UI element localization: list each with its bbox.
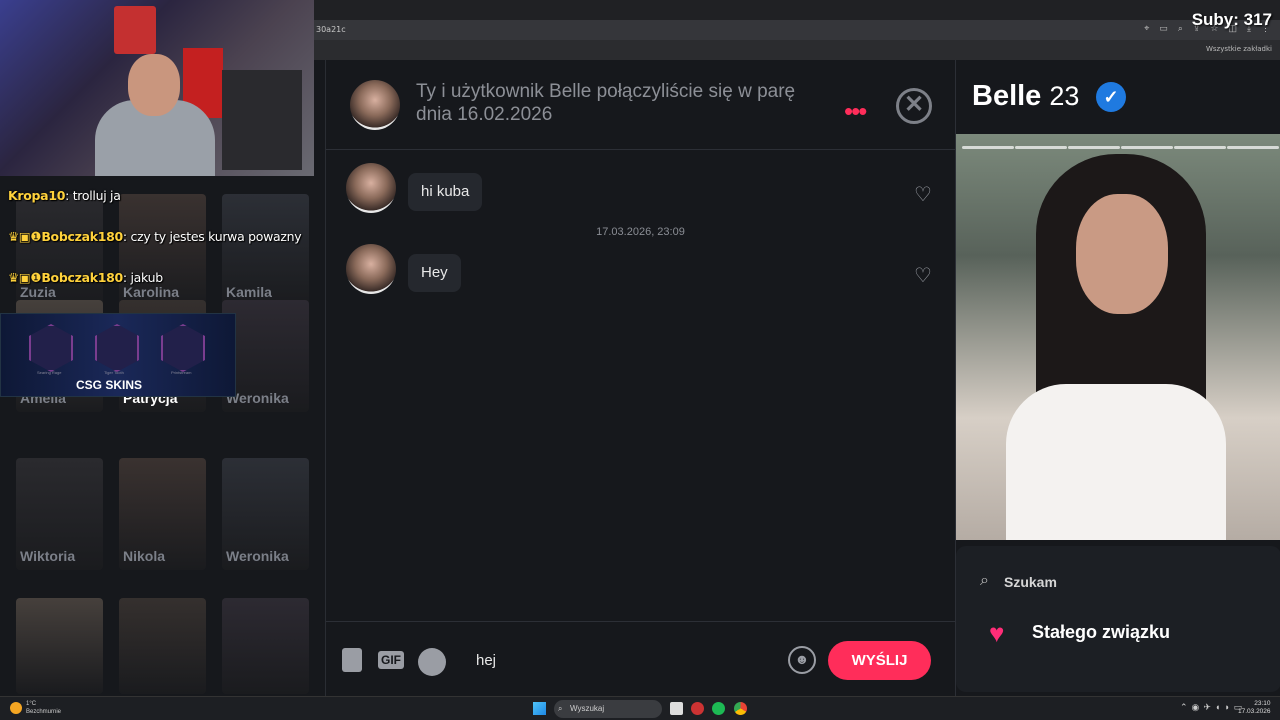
message-bubble: hi kuba xyxy=(408,173,483,211)
profile-tile[interactable]: Zuzia xyxy=(16,194,103,306)
windows-taskbar: 1°C Bezchmurnie ⌕ Wyszukaj ⌃◉✈◖◗▭ 23:10 … xyxy=(0,696,1280,720)
profile-tile-name: Kamila xyxy=(226,284,272,300)
profile-tile[interactable]: Wiktoria xyxy=(16,458,103,570)
like-heart-icon[interactable]: ♡ xyxy=(914,182,932,207)
profile-name: Belle 23 xyxy=(972,80,1079,113)
profile-tile[interactable] xyxy=(119,598,206,694)
stream-chat-line: ♛▣❶Bobczak180: jakub xyxy=(8,270,163,285)
weather-desc: Bezchmurnie xyxy=(26,709,62,715)
skin-item-name: Printstream xyxy=(171,370,192,375)
system-tray[interactable]: ⌃◉✈◖◗▭ xyxy=(1180,702,1246,713)
chat-message-text: : trolluj ja xyxy=(65,188,121,203)
clock-date: 17.03.2026 xyxy=(1238,708,1271,715)
profile-tile-name: Wiktoria xyxy=(20,548,76,564)
photo-progress-segment[interactable] xyxy=(962,146,1014,149)
weather-widget[interactable]: 1°C Bezchmurnie xyxy=(26,700,61,716)
bookmarks-bar: Wszystkie zakładki xyxy=(314,40,1280,60)
clock-time: 23:10 xyxy=(1254,700,1271,707)
contact-card-icon[interactable] xyxy=(342,648,362,672)
skin-item-name: Tiger Tooth xyxy=(104,370,124,375)
close-chat-icon[interactable]: ✕ xyxy=(896,88,932,124)
profile-tile-name: Nikola xyxy=(123,548,166,564)
weather-icon[interactable] xyxy=(10,702,22,714)
taskbar-clock[interactable]: 23:10 17.03.2026 xyxy=(1238,700,1271,716)
skin-item-icon xyxy=(161,324,205,372)
cast-icon[interactable]: ▭ xyxy=(1159,23,1168,34)
photo-progress-segment[interactable] xyxy=(1015,146,1067,149)
skin-item-icon xyxy=(29,324,73,372)
profile-tile[interactable]: Weronika xyxy=(222,458,309,570)
stream-chat-line: ♛▣❶Bobczak180: czy ty jestes kurwa powaz… xyxy=(8,229,302,244)
like-heart-icon[interactable]: ♡ xyxy=(914,263,932,288)
profile-tile[interactable]: Karolina xyxy=(119,194,206,306)
verified-icon: ✓ xyxy=(1096,82,1126,112)
weather-temp: 1°C xyxy=(26,701,37,707)
profile-age: 23 xyxy=(1049,81,1080,111)
taskbar-search-placeholder: Wyszukaj xyxy=(570,704,605,713)
profile-tile-name: Karolina xyxy=(123,284,180,300)
profile-tile[interactable]: Nikola xyxy=(119,458,206,570)
stream-chat-line: Kropa10: trolluj ja xyxy=(8,188,121,203)
emoji-icon[interactable]: ☻ xyxy=(788,646,816,674)
more-options-icon[interactable]: ••• xyxy=(844,96,867,127)
profile-tile[interactable]: Kamila xyxy=(222,194,309,306)
profile-tile[interactable] xyxy=(16,598,103,694)
browser-address-bar[interactable]: 30a21c ⌖ ▭ ⌕ ⇪ ☆ ◫ ⤓ ⋮ xyxy=(314,20,1280,40)
match-avatar[interactable] xyxy=(350,80,400,130)
csgo-skins-banner[interactable]: Searing Rage Tiger Tooth Printstream CSG… xyxy=(0,313,236,397)
photo-progress-segment[interactable] xyxy=(1068,146,1120,149)
profile-tile-name: Zuzia xyxy=(20,284,56,300)
date-separator: 17.03.2026, 23:09 xyxy=(596,226,685,238)
heart-icon: ♥ xyxy=(989,618,1005,648)
send-button[interactable]: WYŚLIJ xyxy=(828,641,931,680)
search-icon: ⌕ xyxy=(980,572,989,589)
match-info-text: Ty i użytkownik Belle połączyliście się … xyxy=(416,81,796,125)
address-url[interactable]: 30a21c xyxy=(316,25,346,34)
start-icon[interactable] xyxy=(533,702,546,715)
chrome-taskbar-icon[interactable] xyxy=(734,702,747,715)
banner-label: CSG SKINS xyxy=(76,378,143,392)
chat-badge-icon: ♛▣❶ xyxy=(8,270,42,285)
sub-counter: Suby: 317 xyxy=(1191,10,1272,29)
photo-progress-segment[interactable] xyxy=(1174,146,1226,149)
profile-name-text: Belle xyxy=(972,80,1042,112)
chat-panel: Ty i użytkownik Belle połączyliście się … xyxy=(326,60,955,696)
profile-panel: Belle 23 ✓ ⌕ Szukam ♥ Stałego związku xyxy=(955,60,1280,696)
search-icon: ⌕ xyxy=(558,704,563,713)
task-view-icon[interactable] xyxy=(670,702,683,715)
profile-tile[interactable] xyxy=(222,598,309,694)
relationship-goal: Stałego związku xyxy=(1032,622,1171,642)
looking-for-label: Szukam xyxy=(1004,574,1057,590)
message-avatar[interactable] xyxy=(346,163,396,213)
skin-item-name: Searing Rage xyxy=(37,370,62,375)
gif-button[interactable]: GIF xyxy=(378,651,404,669)
chat-message-text: : jakub xyxy=(122,270,163,285)
all-bookmarks-link[interactable]: Wszystkie zakładki xyxy=(1206,45,1272,53)
profile-photo[interactable] xyxy=(956,134,1280,540)
spotify-icon[interactable] xyxy=(418,648,446,676)
spotify-taskbar-icon[interactable] xyxy=(712,702,725,715)
skin-item-icon xyxy=(95,324,139,372)
chat-header: Ty i użytkownik Belle połączyliście się … xyxy=(326,60,955,150)
photo-progress-segment[interactable] xyxy=(1121,146,1173,149)
chat-username: Bobczak180 xyxy=(41,270,123,285)
app-icon[interactable] xyxy=(691,702,704,715)
photo-progress-segment[interactable] xyxy=(1227,146,1279,149)
message-bubble: Hey xyxy=(408,254,461,292)
profile-info-card: ⌕ Szukam ♥ Stałego związku xyxy=(956,546,1280,692)
message-avatar[interactable] xyxy=(346,244,396,294)
chat-badge-icon: ♛▣❶ xyxy=(8,229,42,244)
message-input[interactable] xyxy=(476,648,776,672)
taskbar-search[interactable]: ⌕ Wyszukaj xyxy=(554,700,662,718)
chat-username: Bobczak180 xyxy=(41,229,123,244)
message-composer: GIF ☻ WYŚLIJ xyxy=(326,621,955,696)
location-icon[interactable]: ⌖ xyxy=(1144,23,1149,34)
zoom-icon[interactable]: ⌕ xyxy=(1178,23,1183,34)
webcam-overlay xyxy=(0,0,314,176)
profile-tile-name: Weronika xyxy=(226,548,289,564)
chat-username: Kropa10 xyxy=(8,188,66,203)
chat-message-text: : czy ty jestes kurwa powazny xyxy=(122,229,302,244)
